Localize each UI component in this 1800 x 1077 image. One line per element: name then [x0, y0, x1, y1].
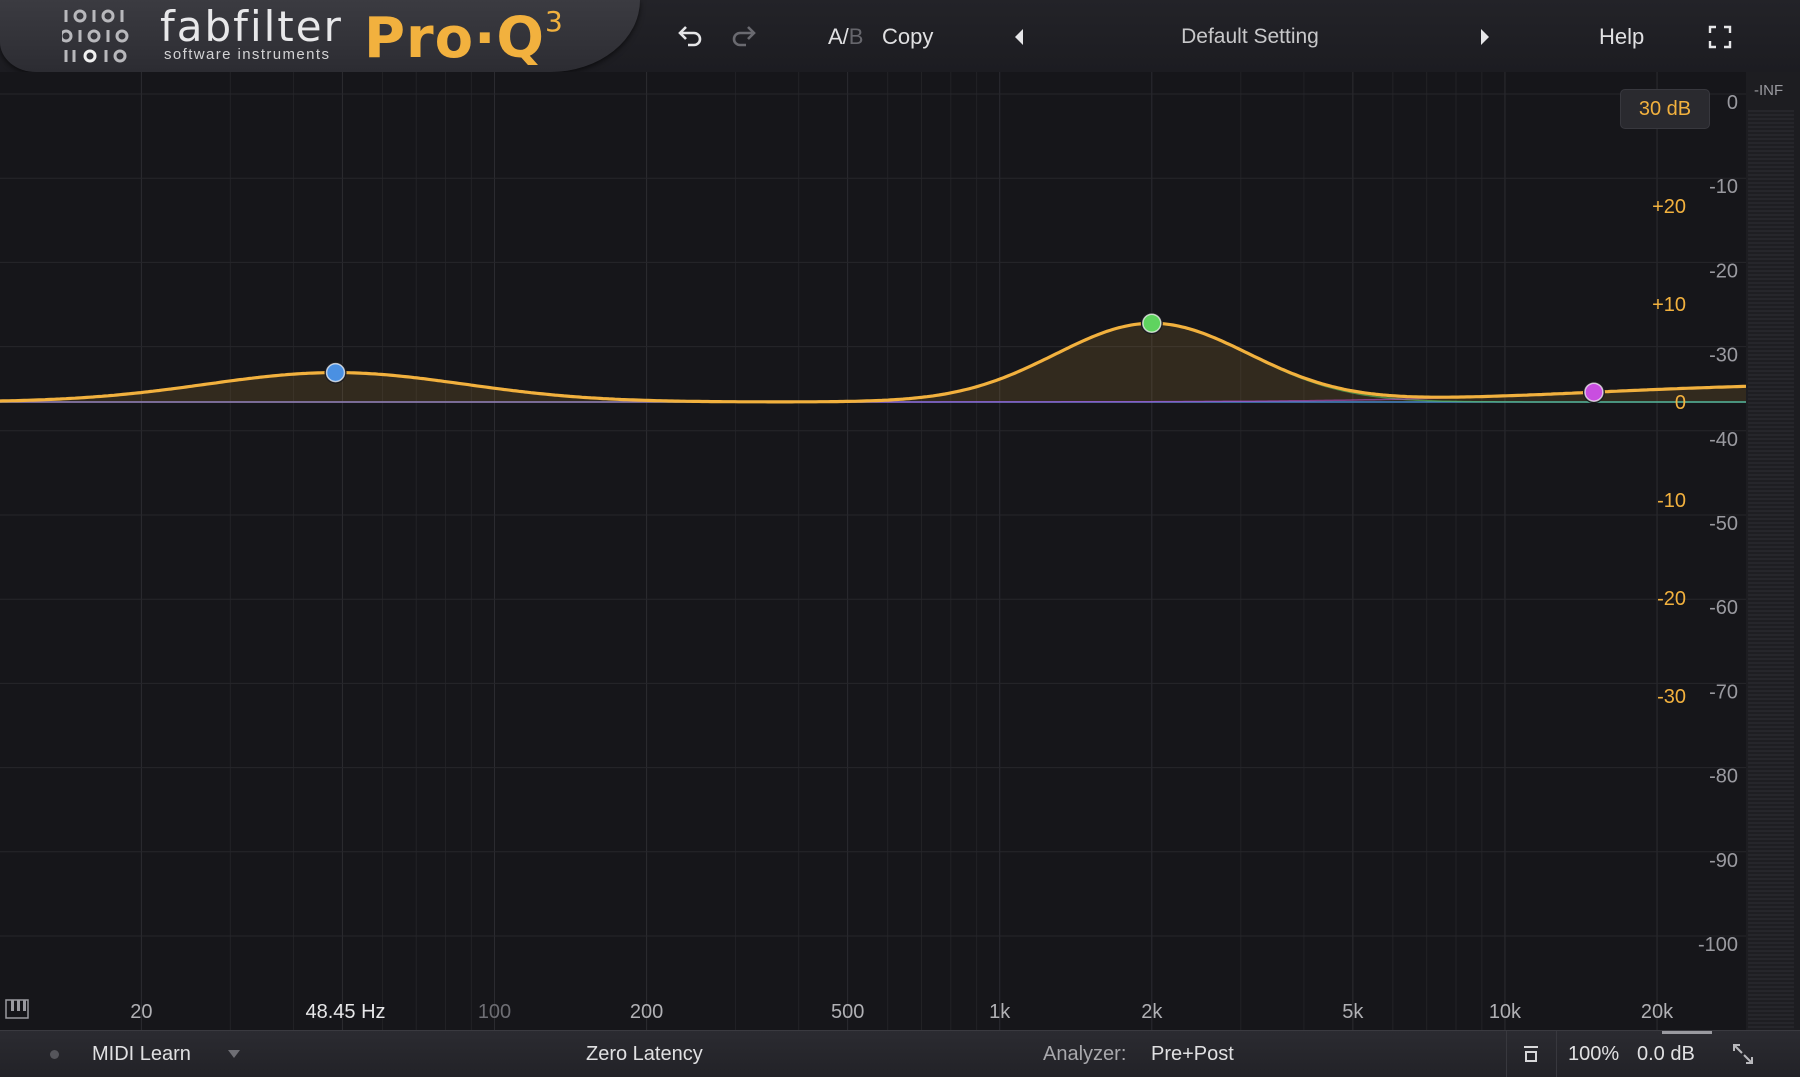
- undo-icon[interactable]: [672, 20, 706, 54]
- prev-preset-icon[interactable]: [1004, 20, 1038, 54]
- gain-scale-label: -30: [1657, 686, 1686, 708]
- eq-graph-canvas[interactable]: +20 +10 0 -10 -20 -30 0 -10 -20 -30 -40 -50 -60 -70 -8…: [0, 72, 1746, 1030]
- midi-learn-button[interactable]: MIDI Learn: [92, 1031, 191, 1077]
- footer-divider: [1506, 1031, 1507, 1077]
- footer-divider: [1556, 1031, 1557, 1077]
- analyzer-scale-label: -10: [1709, 176, 1738, 198]
- fullscreen-icon[interactable]: [1703, 20, 1737, 54]
- analyzer-scale-label: -80: [1709, 766, 1738, 788]
- gain-scale-label: -10: [1657, 490, 1686, 512]
- analyzer-scale-label: -20: [1709, 260, 1738, 282]
- frequency-label: 2k: [1141, 1001, 1163, 1023]
- fabfilter-logo-icon: [62, 9, 129, 63]
- logo-plate: fabfilter software instruments Pro·Q3: [0, 0, 640, 72]
- display-range-button[interactable]: 30 dB: [1620, 89, 1710, 129]
- band-1-node[interactable]: [325, 362, 346, 383]
- band-2-node[interactable]: [1142, 313, 1162, 334]
- copy-button[interactable]: Copy: [882, 20, 933, 54]
- analyzer-scale-label: -60: [1709, 597, 1738, 619]
- frequency-grid: [0, 72, 1746, 1030]
- output-gain-value[interactable]: 0.0 dB: [1637, 1031, 1695, 1077]
- resize-icon[interactable]: [1730, 1041, 1756, 1067]
- frequency-label: 500: [831, 1001, 864, 1023]
- midi-learn-led[interactable]: [50, 1031, 59, 1077]
- analyzer-scale-label: -40: [1709, 429, 1738, 451]
- ab-a-label: A/: [828, 24, 849, 49]
- ab-b-label: B: [848, 24, 864, 49]
- analyzer-scale-label: -30: [1709, 345, 1738, 367]
- brand-subtitle: software instruments: [164, 46, 331, 63]
- next-preset-icon[interactable]: [1468, 20, 1502, 54]
- redo-icon[interactable]: [728, 20, 762, 54]
- analyzer-mode-button[interactable]: Pre+Post: [1151, 1031, 1234, 1077]
- analyzer-scale-label: -90: [1709, 850, 1738, 872]
- analyzer-label: Analyzer:: [1043, 1043, 1127, 1065]
- output-gain-indicator: [1662, 1031, 1712, 1034]
- gain-scale-label: +20: [1652, 196, 1686, 218]
- product-logo: Pro·Q3: [364, 5, 564, 71]
- header-bar: fabfilter software instruments Pro·Q3 A/…: [0, 0, 1800, 73]
- analyzer-scale-label: 0: [1727, 92, 1738, 114]
- product-version: 3: [545, 5, 564, 39]
- ab-toggle-button[interactable]: A/B: [828, 20, 863, 54]
- latency-mode-button[interactable]: Zero Latency: [586, 1031, 703, 1077]
- help-button[interactable]: Help: [1599, 20, 1644, 54]
- piano-display-icon[interactable]: [5, 999, 29, 1019]
- frequency-label: 200: [630, 1001, 663, 1023]
- footer-bar: MIDI Learn Zero Latency Analyzer: Pre+Po…: [0, 1030, 1800, 1077]
- eq-curves: [0, 321, 1746, 404]
- frequency-label: 10k: [1489, 1001, 1522, 1023]
- eq-curve-fill: [0, 323, 1746, 402]
- gain-scale-label: -20: [1657, 588, 1686, 610]
- analyzer-scale-label: -50: [1709, 513, 1738, 535]
- graph-scale-labels: +20 +10 0 -10 -20 -30 0 -10 -20 -30 -40 -50 -60 -70 -8…: [5, 92, 1738, 1023]
- brand-name: fabfilter: [160, 2, 343, 51]
- meter-peak-label: -INF: [1754, 82, 1784, 99]
- gain-scale-label: 0: [1675, 392, 1686, 414]
- selected-frequency-label: 48.45 Hz: [305, 1001, 385, 1023]
- frequency-label: 1k: [989, 1001, 1011, 1023]
- frequency-label: 100: [478, 1001, 511, 1023]
- preset-name[interactable]: Default Setting: [1150, 20, 1350, 54]
- frequency-label: 20: [130, 1001, 152, 1023]
- output-meter-bar: [1748, 110, 1794, 1030]
- midi-dropdown-icon[interactable]: [226, 1047, 242, 1061]
- frequency-label: 20k: [1641, 1001, 1674, 1023]
- band-3-node[interactable]: [1584, 382, 1604, 402]
- analyzer-scale-label: -100: [1698, 934, 1738, 956]
- analyzer-scale-label: -70: [1709, 681, 1738, 703]
- product-name: Pro·Q: [364, 6, 546, 71]
- frequency-label: 5k: [1342, 1001, 1364, 1023]
- zoom-button[interactable]: 100%: [1568, 1031, 1619, 1077]
- phase-mode-icon[interactable]: [1520, 1043, 1542, 1065]
- gain-scale-label: +10: [1652, 294, 1686, 316]
